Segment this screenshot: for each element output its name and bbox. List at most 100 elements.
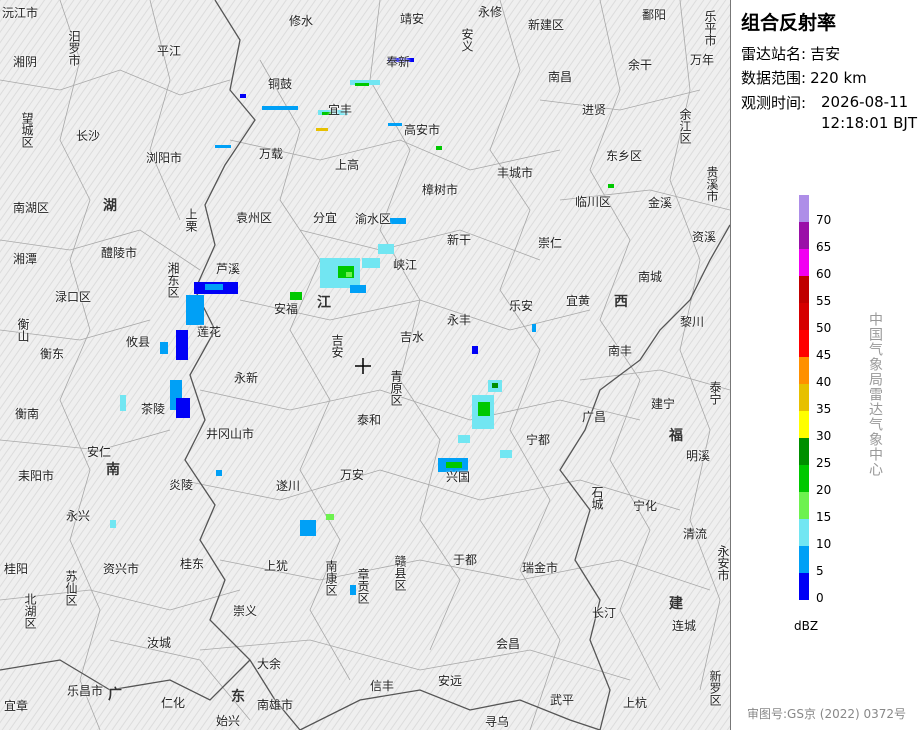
place-label: 南丰 <box>608 344 633 358</box>
legend-label: 35 <box>816 402 832 416</box>
place-label: 万年 <box>690 53 715 67</box>
place-label: 上杭 <box>623 696 648 710</box>
place-label: 于都 <box>453 553 478 567</box>
place-label: 南湖区 <box>13 201 50 215</box>
province-label: 广 <box>108 687 122 703</box>
place-label: 泰宁 <box>708 381 722 405</box>
place-label: 南雄市 <box>257 698 294 712</box>
radar-station-marker <box>355 358 371 374</box>
place-label: 会昌 <box>496 637 521 651</box>
observation-clock: 12:18:01 BJT <box>821 114 918 132</box>
place-label: 明溪 <box>686 449 711 463</box>
place-label: 寻乌 <box>485 715 510 729</box>
legend-label: 15 <box>816 510 832 524</box>
place-label: 衡东 <box>40 347 65 361</box>
place-label: 茶陵 <box>141 402 166 416</box>
time-row: 观测时间: <box>741 92 810 113</box>
legend-label: 10 <box>816 537 832 551</box>
legend-swatch <box>799 465 809 492</box>
place-label: 宁都 <box>526 433 551 447</box>
legend-swatch <box>799 303 809 330</box>
place-label: 湘潭 <box>13 252 38 266</box>
place-label: 余江区 <box>678 108 692 144</box>
place-label: 崇义 <box>233 604 258 618</box>
province-label: 福 <box>669 428 683 444</box>
legend-label: 55 <box>816 294 832 308</box>
place-label: 石城 <box>590 486 604 510</box>
place-label: 修水 <box>289 14 314 28</box>
place-label: 鄱阳 <box>642 8 667 22</box>
legend-swatch <box>799 330 809 357</box>
place-label: 南康区 <box>324 560 338 596</box>
station-name: 吉安 <box>810 45 841 63</box>
place-label: 资溪 <box>692 230 717 244</box>
legend-swatch <box>799 195 809 222</box>
place-label: 乐平市 <box>703 10 717 46</box>
place-label: 汨罗市 <box>67 30 81 66</box>
province-label: 南 <box>106 462 120 478</box>
place-label: 袁州区 <box>236 211 273 225</box>
place-label: 南昌 <box>548 70 573 84</box>
legend-label: 45 <box>816 348 832 362</box>
place-label: 宜丰 <box>328 103 353 117</box>
place-label: 攸县 <box>126 335 151 349</box>
place-label: 炎陵 <box>169 478 194 492</box>
legend-swatch <box>799 357 809 384</box>
province-label: 湖 <box>103 198 117 214</box>
observation-time: 2026-08-11 12:18:01 BJT <box>821 92 920 134</box>
range-value: 220 km <box>810 69 867 87</box>
place-label: 万安 <box>340 468 365 482</box>
place-label: 桂阳 <box>4 562 29 576</box>
place-label: 新干 <box>447 233 472 247</box>
province-label: 西 <box>614 294 628 310</box>
legend-swatch <box>799 384 809 411</box>
observation-date: 2026-08-11 <box>821 93 909 111</box>
place-label: 武平 <box>550 693 575 707</box>
legend-label: 60 <box>816 267 832 281</box>
place-label: 赣县区 <box>393 555 407 591</box>
station-row: 雷达站名: 吉安 <box>741 43 844 64</box>
place-label: 芦溪 <box>216 262 241 276</box>
place-label: 大余 <box>257 657 282 671</box>
place-label: 桂东 <box>180 557 205 571</box>
place-label: 遂川 <box>276 479 301 493</box>
place-label: 宜黄 <box>566 294 591 308</box>
place-label: 铜鼓 <box>268 77 293 91</box>
place-label: 耒阳市 <box>18 469 55 483</box>
place-label: 崇仁 <box>538 236 563 250</box>
legend-label: 65 <box>816 240 832 254</box>
place-label: 乐安 <box>509 299 534 313</box>
place-label: 永安市 <box>716 545 730 581</box>
radar-product-view: 沅江市 汨罗市 平江 修水 靖安 永修 新建区 鄱阳 乐平市 湘阴 铜鼓 奉新 … <box>0 0 920 730</box>
range-label: 数据范围: <box>741 69 807 87</box>
province-label: 建 <box>669 596 683 612</box>
legend-swatch <box>799 519 809 546</box>
place-label: 安义 <box>460 28 474 52</box>
place-label: 峡江 <box>393 258 418 272</box>
place-label: 平江 <box>157 44 182 58</box>
legend-label: 25 <box>816 456 832 470</box>
place-label: 新罗区 <box>708 670 722 706</box>
place-label: 分宜 <box>313 211 338 225</box>
place-label: 湘东区 <box>166 262 180 298</box>
place-label: 建宁 <box>651 397 676 411</box>
legend-swatch <box>799 276 809 303</box>
province-label: 东 <box>231 689 245 705</box>
place-label: 上犹 <box>264 559 289 573</box>
place-label: 信丰 <box>370 679 395 693</box>
place-label: 井冈山市 <box>206 427 255 441</box>
place-label: 永新 <box>234 371 259 385</box>
place-label: 沅江市 <box>2 6 39 20</box>
place-label: 高安市 <box>404 123 441 137</box>
place-label: 奉新 <box>386 55 411 69</box>
legend-label: 30 <box>816 429 832 443</box>
radar-map[interactable]: 沅江市 汨罗市 平江 修水 靖安 永修 新建区 鄱阳 乐平市 湘阴 铜鼓 奉新 … <box>0 0 731 730</box>
province-label: 江 <box>317 295 331 311</box>
place-label: 青原区 <box>389 370 403 406</box>
legend-label: 5 <box>816 564 824 578</box>
place-label: 东乡区 <box>606 149 643 163</box>
place-label: 清流 <box>683 527 708 541</box>
place-label: 安远 <box>438 674 463 688</box>
place-label: 丰城市 <box>497 166 534 180</box>
place-label: 进贤 <box>582 103 607 117</box>
